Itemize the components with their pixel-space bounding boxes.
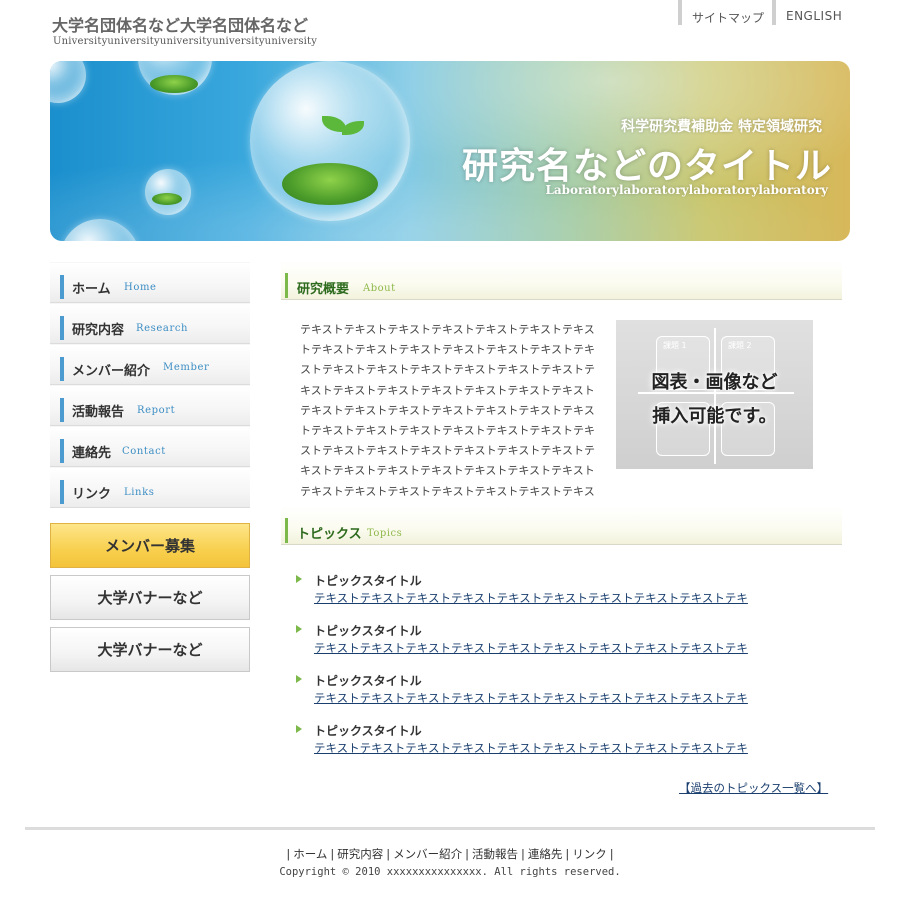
about-text: テキストテキストテキストテキストテキストテキストテキストテキストテキストテキスト…: [300, 323, 596, 518]
site-subtitle: Universityuniversityuniversityuniversity…: [53, 36, 318, 47]
figure-box-label: 課題 1: [663, 341, 687, 350]
nav-label-en: Research: [136, 323, 189, 334]
footer-separator: |: [330, 847, 335, 861]
footer-link-report[interactable]: 活動報告: [472, 847, 518, 861]
sidebar-nav: ホーム Home 研究内容 Research メンバー紹介 Member 活動報…: [50, 262, 250, 508]
nav-item-links[interactable]: リンク Links: [50, 467, 250, 508]
about-heading-jp: 研究概要: [297, 282, 350, 297]
hero-lab-name: Laboratorylaboratorylaboratorylaboratory: [545, 183, 828, 197]
nav-label-jp: 研究内容: [72, 323, 125, 338]
header-links: サイトマップ ENGLISH: [678, 0, 850, 25]
copyright: Copyright © 2010 xxxxxxxxxxxxxxx. All ri…: [279, 866, 621, 878]
english-link[interactable]: ENGLISH: [772, 0, 850, 25]
topic-title: トピックスタイトル: [314, 624, 422, 638]
about-heading-en: About: [363, 283, 396, 294]
university-banner-1[interactable]: 大学バナーなど: [50, 575, 250, 620]
nav-item-report[interactable]: 活動報告 Report: [50, 385, 250, 426]
footer-separator: |: [565, 847, 570, 861]
footer-separator: |: [465, 847, 470, 861]
nav-item-home[interactable]: ホーム Home: [50, 262, 250, 303]
moss-large: [282, 163, 378, 205]
hero-banner: 科学研究費補助金 特定領域研究 研究名などのタイトル Laboratorylab…: [50, 61, 850, 241]
nav-label-en: Contact: [122, 446, 166, 457]
topic-arrow-icon: [296, 625, 302, 633]
topics-heading-jp: トピックス: [297, 527, 362, 542]
topic-title: トピックスタイトル: [314, 724, 422, 738]
topic-arrow-icon: [296, 675, 302, 683]
footer-nav: | ホーム | 研究内容 | メンバー紹介 | 活動報告 | 連絡先 | リンク |: [0, 846, 900, 862]
nav-label-jp: 活動報告: [72, 405, 125, 420]
nav-label-en: Home: [124, 282, 157, 293]
member-recruit-banner[interactable]: メンバー募集: [50, 523, 250, 568]
nav-label-jp: リンク: [72, 487, 112, 502]
topic-arrow-icon: [296, 575, 302, 583]
nav-marker: [60, 275, 64, 299]
nav-label-jp: ホーム: [72, 282, 111, 297]
nav-item-member[interactable]: メンバー紹介 Member: [50, 344, 250, 385]
nav-marker: [60, 357, 64, 381]
topic-link[interactable]: テキストテキストテキストテキストテキストテキストテキストテキストテキストテキ: [314, 640, 748, 656]
nav-item-contact[interactable]: 連絡先 Contact: [50, 426, 250, 467]
footer-link-links[interactable]: リンク: [572, 847, 607, 861]
topic-link[interactable]: テキストテキストテキストテキストテキストテキストテキストテキストテキストテキ: [314, 740, 748, 756]
footer-divider: [25, 827, 875, 830]
footer-separator: |: [521, 847, 525, 861]
topic-link[interactable]: テキストテキストテキストテキストテキストテキストテキストテキストテキストテキ: [314, 690, 748, 706]
bubble-small: [145, 169, 191, 215]
university-banner-2[interactable]: 大学バナーなど: [50, 627, 250, 672]
moss-small: [152, 193, 182, 205]
nav-label-en: Links: [124, 487, 155, 498]
footer-link-research[interactable]: 研究内容: [337, 847, 383, 861]
footer-separator: |: [286, 847, 291, 861]
nav-marker: [60, 439, 64, 463]
footer-separator: |: [609, 847, 614, 861]
nav-label-jp: メンバー紹介: [72, 364, 151, 379]
nav-marker: [60, 398, 64, 422]
site-title: 大学名団体名など大学名団体名など: [52, 16, 309, 35]
hero-title: 研究名などのタイトル: [461, 146, 832, 187]
about-heading: 研究概要 About: [281, 261, 842, 300]
footer-separator: |: [386, 847, 391, 861]
nav-label-en: Member: [163, 362, 210, 373]
heading-marker: [285, 518, 288, 543]
footer-link-home[interactable]: ホーム: [293, 847, 327, 861]
about-figure-placeholder: 課題 1 課題 2 図表・画像など 挿入可能です。: [616, 320, 813, 469]
heading-marker: [285, 273, 288, 298]
nav-label-en: Report: [137, 405, 176, 416]
figure-box-label: 課題 2: [728, 341, 752, 350]
topic-link[interactable]: テキストテキストテキストテキストテキストテキストテキストテキストテキストテキ: [314, 590, 748, 606]
figure-axis-vertical: [714, 328, 716, 464]
nav-item-research[interactable]: 研究内容 Research: [50, 303, 250, 344]
topics-heading-en: Topics: [367, 528, 403, 539]
topics-heading: トピックス Topics: [281, 506, 842, 545]
footer-link-member[interactable]: メンバー紹介: [393, 847, 462, 861]
topic-title: トピックスタイトル: [314, 574, 422, 588]
sitemap-link[interactable]: サイトマップ: [678, 0, 772, 25]
hero-grant: 科学研究費補助金 特定領域研究: [621, 119, 822, 135]
moss-top: [150, 75, 198, 93]
nav-label-jp: 連絡先: [72, 446, 112, 461]
figure-caption-line1: 図表・画像など: [651, 372, 778, 393]
figure-caption-line2: 挿入可能です。: [652, 406, 777, 427]
past-topics-link[interactable]: 【過去のトピックス一覧へ】: [679, 780, 828, 796]
nav-marker: [60, 316, 64, 340]
nav-marker: [60, 480, 64, 504]
footer-link-contact[interactable]: 連絡先: [528, 847, 563, 861]
topic-title: トピックスタイトル: [314, 674, 422, 688]
topic-arrow-icon: [296, 725, 302, 733]
